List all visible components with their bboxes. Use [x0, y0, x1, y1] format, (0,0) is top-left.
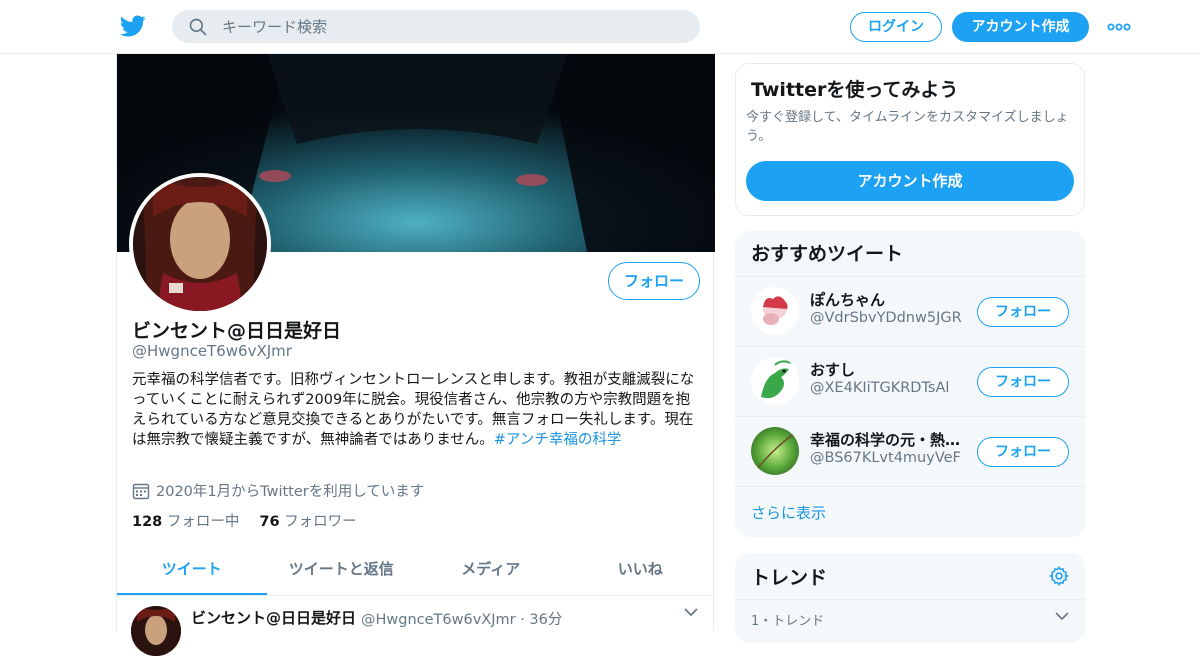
following-label: フォロー中 — [166, 514, 240, 530]
more-options-icon[interactable] — [1107, 22, 1131, 32]
avatar-image — [751, 427, 799, 475]
profile-avatar[interactable] — [129, 173, 271, 315]
recommended-user-name[interactable]: 幸福の科学の元・熱心な信者です — [810, 429, 965, 450]
followers-count: 76 — [259, 514, 280, 530]
tab-tweets-and-replies[interactable]: ツイートと返信 — [267, 544, 417, 595]
tweet-item[interactable]: ビンセント@日日是好日 @HwgnceT6w6vXJmr · 36分 — [117, 596, 715, 656]
calendar-icon — [132, 483, 150, 499]
tweet-author-name[interactable]: ビンセント@日日是好日 — [191, 607, 356, 628]
avatar-image — [751, 287, 799, 335]
trends-title: トレンド — [751, 567, 828, 589]
profile-tabs: ツイート ツイートと返信 メディア いいね — [117, 544, 715, 596]
search-icon — [189, 18, 207, 36]
tab-likes[interactable]: いいね — [566, 544, 716, 595]
twitter-bird-icon[interactable] — [120, 13, 146, 39]
list-item[interactable]: ぽんちゃん @VdrSbvYDdnw5JGR フォロー — [735, 277, 1085, 347]
recommended-card: おすすめツイート ぽんちゃん @VdrSbvYDdnw5JGR フォロー おすし… — [735, 231, 1085, 537]
signup-button[interactable]: アカウント作成 — [952, 12, 1089, 42]
tab-tweets[interactable]: ツイート — [117, 544, 267, 595]
avatar[interactable] — [751, 287, 799, 335]
login-button[interactable]: ログイン — [850, 12, 942, 42]
recommended-user-handle: @XE4KIiTGKRDTsAl — [810, 380, 950, 396]
signup-card-button[interactable]: アカウント作成 — [746, 161, 1074, 201]
search-box[interactable] — [172, 10, 700, 43]
list-item[interactable]: 幸福の科学の元・熱心な信者です @BS67KLvt4muyVeF フォロー — [735, 417, 1085, 487]
joined-text: 2020年1月からTwitterを利用しています — [156, 484, 425, 500]
profile-bio: 元幸福の科学信者です。旧称ヴィンセントローレンスと申します。教祖が支離滅裂になっ… — [132, 370, 702, 450]
tweet-avatar[interactable] — [131, 606, 181, 656]
followers-stat[interactable]: 76 フォロワー — [259, 510, 356, 531]
tweet-meta: @HwgnceT6w6vXJmr · 36分 — [361, 612, 563, 628]
following-count: 128 — [132, 514, 163, 530]
signup-card: Twitterを使ってみよう 今すぐ登録して、タイムラインをカスタマイズしましょ… — [735, 63, 1085, 216]
profile-stats: 128 フォロー中 76 フォロワー — [132, 510, 377, 531]
profile-handle: @HwgnceT6w6vXJmr — [132, 342, 292, 360]
avatar-image — [751, 357, 799, 405]
recommended-user-handle: @BS67KLvt4muyVeF — [810, 450, 961, 466]
profile-joined-date: 2020年1月からTwitterを利用しています — [132, 480, 424, 501]
recommended-user-handle: @VdrSbvYDdnw5JGR — [810, 310, 962, 326]
bio-hashtag-link[interactable]: #アンチ幸福の科学 — [494, 432, 622, 448]
tab-media[interactable]: メディア — [416, 544, 566, 595]
follow-button[interactable]: フォロー — [977, 437, 1069, 467]
recommended-user-name[interactable]: ぽんちゃん — [810, 289, 965, 310]
signup-card-title: Twitterを使ってみよう — [751, 79, 959, 101]
trend-rank-label: 1・トレンド — [751, 614, 825, 629]
show-more-link[interactable]: さらに表示 — [751, 502, 826, 523]
follow-button[interactable]: フォロー — [608, 262, 700, 300]
tweet-avatar-image — [131, 606, 181, 656]
follow-button[interactable]: フォロー — [977, 297, 1069, 327]
followers-label: フォロワー — [284, 514, 357, 530]
list-item[interactable]: おすし @XE4KIiTGKRDTsAl フォロー — [735, 347, 1085, 417]
top-navigation-bar: ログイン アカウント作成 — [0, 0, 1200, 54]
profile-column: フォロー ビンセント@日日是好日 @HwgnceT6w6vXJmr 元幸福の科学… — [116, 54, 715, 656]
trends-divider — [735, 599, 1085, 600]
recommended-user-name[interactable]: おすし — [810, 359, 965, 380]
following-stat[interactable]: 128 フォロー中 — [132, 510, 239, 531]
avatar[interactable] — [751, 427, 799, 475]
avatar[interactable] — [751, 357, 799, 405]
chevron-down-icon[interactable] — [1055, 611, 1069, 621]
gear-icon[interactable] — [1048, 565, 1070, 587]
recommended-title: おすすめツイート — [735, 231, 1085, 277]
signup-card-description: 今すぐ登録して、タイムラインをカスタマイズしましょう。 — [746, 110, 1069, 144]
profile-display-name: ビンセント@日日是好日 — [132, 320, 342, 342]
chevron-down-icon[interactable] — [683, 606, 699, 618]
avatar-image — [133, 177, 267, 311]
follow-button[interactable]: フォロー — [977, 367, 1069, 397]
search-input[interactable] — [222, 10, 682, 43]
